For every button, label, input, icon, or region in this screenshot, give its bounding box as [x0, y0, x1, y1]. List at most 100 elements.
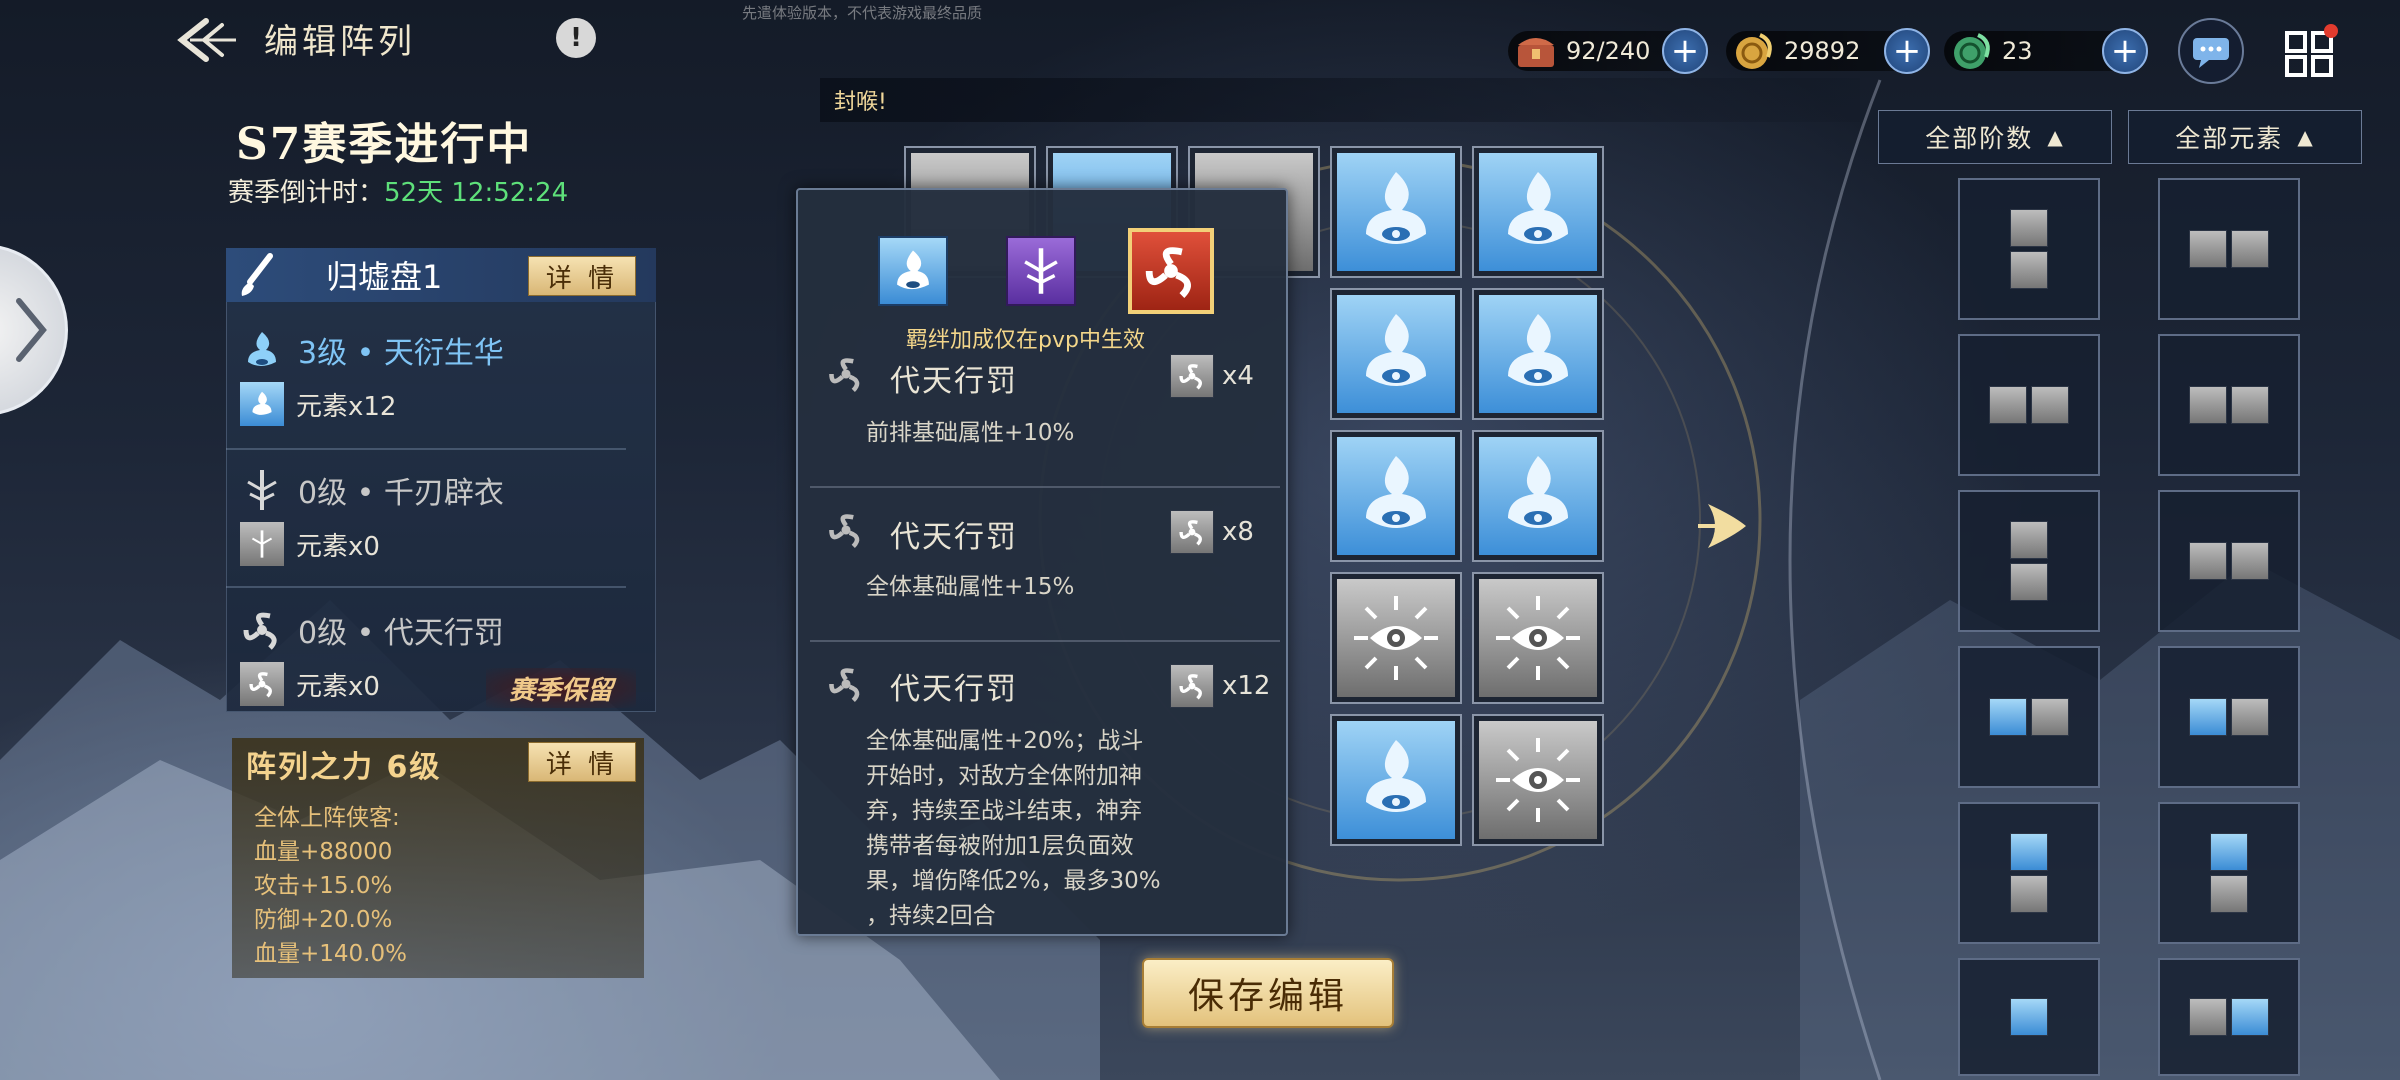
side-expand-button[interactable] — [0, 244, 68, 416]
watermark-text: 先遣体验版本，不代表游戏最终品质 — [742, 4, 983, 22]
next-arrow-icon[interactable] — [1694, 496, 1754, 556]
add-coins-button[interactable]: + — [1884, 28, 1930, 74]
formation-slot[interactable] — [1958, 646, 2100, 788]
power-detail-button[interactable]: 详 情 — [528, 742, 636, 782]
triskele-element-icon — [240, 662, 284, 706]
water-element-icon — [1989, 698, 2027, 736]
season-keep-badge: 赛季保留 — [486, 668, 636, 708]
menu-button[interactable] — [2278, 18, 2344, 84]
triskele-icon — [829, 668, 860, 702]
grid-slot[interactable] — [1330, 714, 1462, 846]
grid-slot[interactable] — [1472, 714, 1604, 846]
water-sigil-icon — [1366, 456, 1426, 528]
triangle-up-icon: ▲ — [2047, 125, 2065, 149]
grid-slot[interactable] — [1472, 146, 1604, 278]
eye-element-icon — [2010, 209, 2048, 247]
divider — [226, 448, 626, 450]
eye-element-icon — [2189, 386, 2227, 424]
tier-desc: 全体基础属性+15% — [866, 574, 1075, 600]
resource-jade: 23 + — [1944, 28, 2148, 74]
formation-slot[interactable] — [1958, 802, 2100, 944]
formation-slot[interactable] — [2158, 958, 2300, 1076]
water-icon — [248, 332, 276, 366]
water-element-icon — [240, 382, 284, 426]
grid-slot[interactable] — [1330, 146, 1462, 278]
eye-element-icon — [2231, 542, 2269, 580]
resource-chest: 92/240 + — [1508, 28, 1708, 74]
tier-count: x4 — [1170, 354, 1254, 398]
formation-slot[interactable] — [2158, 178, 2300, 320]
grid-slot[interactable] — [1472, 288, 1604, 420]
bond-title-1: 3级 • 天衍生华 — [240, 328, 504, 372]
tab-triskele-bond[interactable] — [1128, 228, 1214, 314]
formation-slot[interactable] — [1958, 958, 2100, 1076]
add-jade-button[interactable]: + — [2102, 28, 2148, 74]
bond-elem-2: 元素x0 — [240, 522, 380, 566]
eye-element-icon — [2231, 230, 2269, 268]
eye-element-icon — [2010, 521, 2048, 559]
eye-element-icon — [2210, 875, 2248, 913]
treasure-chest-icon — [1518, 38, 1554, 67]
water-sigil-icon — [1508, 456, 1568, 528]
tier-name: 代天行罚 — [890, 364, 1018, 399]
grid-slot[interactable] — [1330, 430, 1462, 562]
sun-element-icon — [2189, 542, 2227, 580]
eye-element-icon — [2031, 698, 2069, 736]
water-element-icon — [2231, 998, 2269, 1036]
divider — [810, 640, 1280, 642]
grid-slot[interactable] — [1330, 572, 1462, 704]
notification-dot — [2324, 24, 2338, 38]
eye-element-icon — [2189, 230, 2227, 268]
formation-slot[interactable] — [1958, 334, 2100, 476]
triskele-element-icon — [1170, 664, 1214, 708]
info-button[interactable]: ! — [556, 18, 596, 58]
save-edit-button[interactable]: 保存编辑 — [1142, 958, 1394, 1028]
pvp-note: 羁绊加成仅在pvp中生效 — [906, 328, 1145, 353]
formation-header: 归墟盘1 详 情 — [226, 248, 656, 302]
water-element-icon — [2010, 998, 2048, 1036]
tab-water-bond[interactable] — [878, 236, 948, 306]
tier-desc: 果，增伤降低2%，最多30% — [866, 868, 1161, 894]
formation-slot[interactable] — [2158, 490, 2300, 632]
grid-menu-icon — [2285, 24, 2338, 77]
season-title: S7赛季进行中 — [236, 119, 533, 170]
eye-sigil-icon — [1354, 596, 1438, 680]
formation-slot[interactable] — [2158, 334, 2300, 476]
notice-banner: 封喉! — [820, 78, 1860, 122]
chat-button[interactable] — [2178, 18, 2244, 84]
triskele-icon — [829, 358, 860, 392]
power-line: 防御+20.0% — [254, 907, 393, 933]
formation-slot[interactable] — [1958, 178, 2100, 320]
tier-desc: 前排基础属性+10% — [866, 420, 1075, 446]
eye-element-icon — [2231, 386, 2269, 424]
tab-sword-bond[interactable] — [1006, 236, 1076, 306]
tier-name: 代天行罚 — [890, 672, 1018, 707]
bond-elem-1: 元素x12 — [240, 382, 396, 426]
element-filter-dropdown[interactable]: 全部元素 ▲ — [2128, 110, 2362, 164]
tier-desc: 携带者每被附加1层负面效 — [866, 833, 1134, 859]
triskele-element-icon — [1170, 510, 1214, 554]
water-sigil-icon — [1366, 314, 1426, 386]
bond-title-2: 0级 • 千刃辟衣 — [240, 468, 504, 512]
back-button[interactable] — [176, 14, 240, 66]
page-title: 编辑阵列 — [264, 22, 416, 62]
chevron-right-icon — [16, 298, 47, 362]
grid-slot[interactable] — [1330, 288, 1462, 420]
formation-slot[interactable] — [2158, 802, 2300, 944]
divider — [810, 486, 1280, 488]
resource-coins: 29892 + — [1726, 28, 1930, 74]
tier-filter-dropdown[interactable]: 全部阶数 ▲ — [1878, 110, 2112, 164]
back-arrow-icon — [177, 18, 236, 62]
power-line: 全体上阵侠客: — [254, 805, 400, 831]
grid-slot[interactable] — [1472, 430, 1604, 562]
power-line: 血量+88000 — [254, 839, 393, 865]
countdown-value: 52天 12:52:24 — [384, 178, 569, 208]
formation-slot[interactable] — [2158, 646, 2300, 788]
water-icon — [897, 250, 929, 290]
grid-slot[interactable] — [1472, 572, 1604, 704]
formation-slot[interactable] — [1958, 490, 2100, 632]
add-chest-button[interactable]: + — [1662, 28, 1708, 74]
formation-name: 归墟盘1 — [326, 258, 443, 296]
eye-element-icon — [1989, 386, 2027, 424]
formation-detail-button[interactable]: 详 情 — [528, 256, 636, 296]
